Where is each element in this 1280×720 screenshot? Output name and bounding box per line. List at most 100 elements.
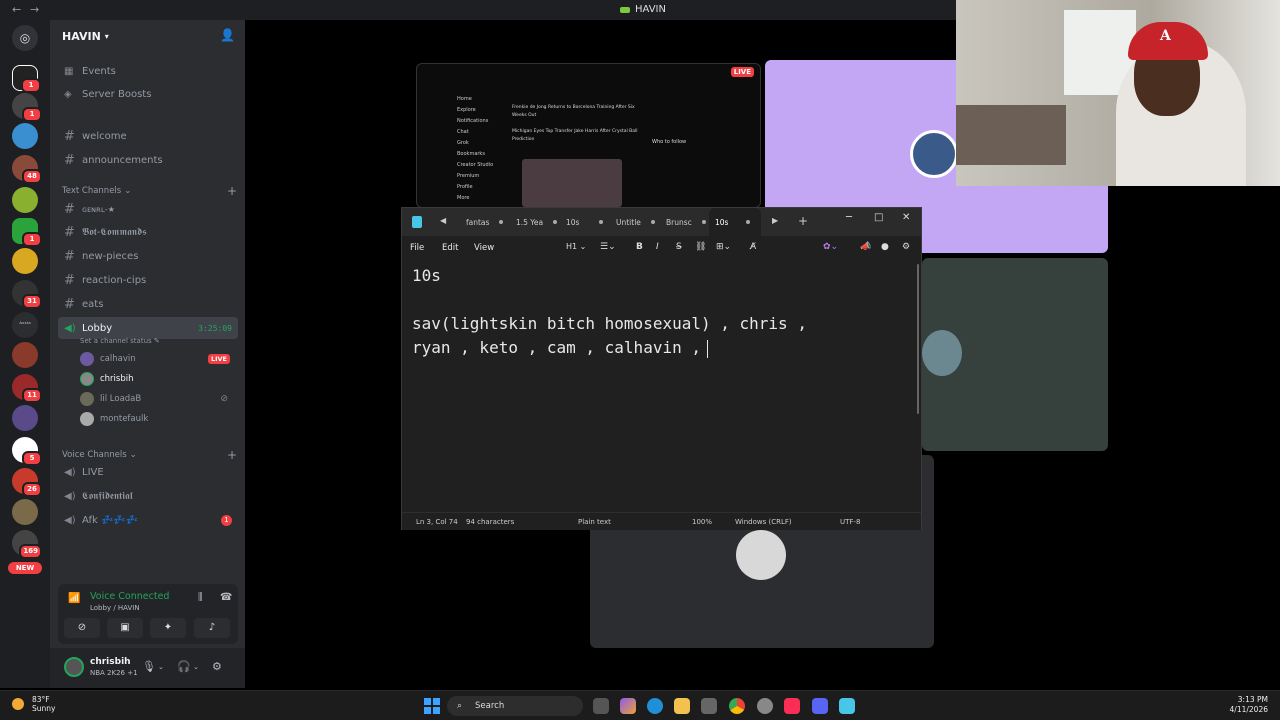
settings-gear-icon[interactable]: ⚙	[902, 242, 910, 252]
voice-channel-afk[interactable]: ◀) Afk 💤💤💤 1	[58, 509, 238, 531]
server-icon[interactable]	[12, 342, 38, 368]
avatar[interactable]	[64, 657, 84, 677]
notepad-tab[interactable]: 10s	[560, 208, 604, 236]
account-icon[interactable]: ●	[881, 242, 889, 252]
camera-off-button[interactable]: ⊘	[64, 618, 100, 638]
close-icon[interactable]: ✕	[902, 212, 910, 223]
tab-scroll-right-icon[interactable]: ▶	[772, 216, 778, 225]
file-explorer-icon[interactable]	[674, 698, 690, 714]
server-header[interactable]: HAVIN ▾ 👤	[50, 20, 245, 52]
noise-suppression-icon[interactable]: ⫼	[198, 592, 203, 603]
notepad-tab-active[interactable]: 10s	[709, 208, 761, 236]
channel-announcements[interactable]: # announcements	[58, 149, 238, 171]
forward-arrow-icon[interactable]: →	[30, 3, 39, 16]
menu-file[interactable]: File	[410, 243, 424, 253]
channel-new-pieces[interactable]: # new-pieces	[58, 245, 238, 267]
activities-button[interactable]: ✦	[150, 618, 186, 638]
notepad-taskbar-icon[interactable]	[839, 698, 855, 714]
user-name[interactable]: chrisbih	[90, 657, 131, 667]
server-icon[interactable]: 48	[12, 155, 42, 184]
channel-bot-commands[interactable]: # 𝕭𝖔𝖙-𝕮𝖔𝖒𝖒𝖆𝖓𝖉𝖘	[58, 221, 238, 243]
server-icon[interactable]: 1	[12, 65, 41, 93]
table-icon[interactable]: ⊞⌄	[716, 242, 731, 252]
back-arrow-icon[interactable]: ←	[12, 3, 21, 16]
notepad-tab[interactable]: fantas	[460, 208, 508, 236]
server-boosts-item[interactable]: ◈ Server Boosts	[58, 83, 238, 105]
encoding[interactable]: UTF-8	[840, 518, 860, 526]
app-icon[interactable]	[757, 698, 773, 714]
menu-edit[interactable]: Edit	[442, 243, 458, 253]
voice-channel-lobby[interactable]: ◀) Lobby 3:25:09	[58, 317, 238, 339]
server-icon[interactable]	[12, 123, 38, 149]
announcement-icon[interactable]: 📣	[860, 242, 871, 252]
channel-welcome[interactable]: # welcome	[58, 125, 238, 147]
server-icon[interactable]: 1	[12, 93, 42, 122]
copilot-icon[interactable]: ✿⌄	[823, 242, 838, 252]
server-icon[interactable]	[12, 187, 38, 213]
clear-formatting-icon[interactable]: A̸	[750, 242, 756, 252]
participant-tile[interactable]	[922, 258, 1108, 451]
italic-icon[interactable]: I	[656, 242, 659, 252]
notepad-tab[interactable]: 1.5 Yea	[510, 208, 558, 236]
server-icon[interactable]: 169	[12, 530, 42, 559]
discord-home-icon[interactable]: ◎	[12, 25, 38, 51]
chevron-down-icon[interactable]: ⌄	[158, 663, 164, 671]
copilot-app-icon[interactable]	[620, 698, 636, 714]
edge-icon[interactable]	[647, 698, 663, 714]
server-icon[interactable]: 5	[12, 437, 42, 466]
scrollbar[interactable]	[917, 264, 919, 414]
heading-dropdown[interactable]: H1 ⌄	[566, 242, 586, 251]
notepad-editor[interactable]: 10s sav(lightskin bitch homosexual) , ch…	[412, 262, 912, 512]
microphone-icon[interactable]: 🎙	[142, 660, 156, 673]
taskbar-search[interactable]: ⌕ Search	[447, 696, 583, 716]
notepad-tab[interactable]: Brunsc	[660, 208, 706, 236]
server-icon[interactable]	[12, 499, 38, 525]
channel-genrl[interactable]: # ɢᴇɴʀʟ-★	[58, 198, 238, 220]
gear-icon[interactable]: ⚙	[212, 660, 222, 673]
windows-start-icon[interactable]	[424, 698, 440, 714]
soundboard-button[interactable]: ♪	[194, 618, 230, 638]
screen-share-button[interactable]: ▣	[107, 618, 143, 638]
chevron-down-icon[interactable]: ⌄	[193, 663, 199, 671]
server-icon[interactable]: 26	[12, 468, 42, 497]
bold-icon[interactable]: B	[636, 242, 643, 252]
new-tab-button[interactable]: +	[798, 214, 808, 228]
text-channels-category[interactable]: Text Channels ⌄ +	[62, 184, 237, 198]
add-channel-icon[interactable]: +	[227, 448, 237, 462]
minimize-icon[interactable]: ─	[846, 212, 852, 223]
maximize-icon[interactable]: □	[874, 212, 883, 223]
zoom-level[interactable]: 100%	[692, 518, 712, 526]
voice-user[interactable]: lil LoadaB ⊘	[80, 390, 240, 408]
channel-eats[interactable]: # eats	[58, 293, 238, 315]
music-icon[interactable]	[784, 698, 800, 714]
new-badge[interactable]: NEW	[8, 562, 42, 574]
stream-tile[interactable]: LIVE Home Explore Notifications Chat Gro…	[416, 63, 761, 208]
voice-user[interactable]: chrisbih	[80, 370, 240, 388]
link-icon[interactable]: ⛓	[695, 242, 706, 252]
chrome-icon[interactable]	[729, 698, 745, 714]
task-view-icon[interactable]	[593, 698, 609, 714]
server-icon[interactable]: 1	[12, 218, 42, 247]
signal-icon[interactable]: 📶	[68, 593, 80, 604]
notepad-tab[interactable]: Untitle	[610, 208, 658, 236]
voice-user[interactable]: calhavin LIVE	[80, 350, 240, 368]
voice-connected-sub[interactable]: Lobby / HAVIN	[90, 604, 140, 612]
server-icon[interactable]: ᴬᵘˢᵗᵃ	[12, 312, 38, 338]
tab-scroll-left-icon[interactable]: ◀	[440, 216, 446, 225]
system-clock[interactable]: 3:13 PM 4/11/2026	[1230, 695, 1268, 715]
channel-reaction-cips[interactable]: # reaction-cips	[58, 269, 238, 291]
channel-status-link[interactable]: Set a channel status ✎	[80, 337, 160, 345]
server-icon[interactable]: 31	[12, 280, 42, 309]
strikethrough-icon[interactable]: S̶	[676, 242, 682, 252]
server-icon[interactable]	[12, 248, 38, 274]
disconnect-icon[interactable]: ☎	[220, 592, 232, 603]
server-icon[interactable]: 11	[12, 374, 42, 403]
store-icon[interactable]	[701, 698, 717, 714]
server-icon[interactable]	[12, 405, 38, 431]
events-item[interactable]: ▦ Events	[58, 60, 238, 82]
add-channel-icon[interactable]: +	[227, 184, 237, 198]
list-icon[interactable]: ☰⌄	[600, 242, 616, 252]
invite-people-icon[interactable]: 👤	[220, 28, 235, 42]
format-indicator[interactable]: Plain text	[578, 518, 611, 526]
voice-channels-category[interactable]: Voice Channels ⌄ +	[62, 448, 237, 462]
